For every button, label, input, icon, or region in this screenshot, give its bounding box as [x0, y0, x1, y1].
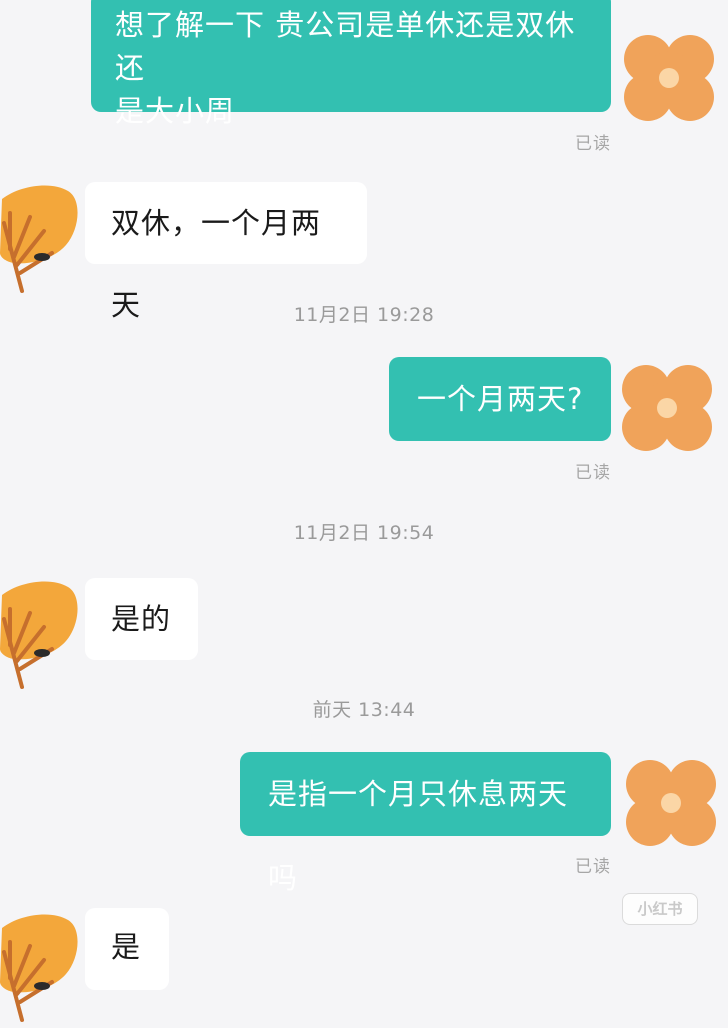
- read-receipt: 已读: [575, 134, 611, 154]
- self-avatar-flower-icon[interactable]: [619, 35, 717, 125]
- message-text-line: 想了解一下 贵公司是单休还是双休还: [115, 8, 576, 85]
- read-receipt: 已读: [575, 857, 611, 877]
- incoming-message-bubble[interactable]: 是的: [85, 578, 198, 660]
- message-text: 是指一个月只休息两天吗: [268, 777, 569, 895]
- read-receipt: 已读: [575, 463, 611, 483]
- self-avatar-flower-icon[interactable]: [617, 365, 715, 455]
- outgoing-message-bubble[interactable]: 一个月两天?: [389, 357, 611, 441]
- message-text: 是的: [111, 602, 172, 636]
- contact-avatar-leaf-icon[interactable]: [0, 183, 82, 299]
- message-timestamp: 11月2日 19:54: [293, 522, 435, 544]
- message-timestamp: 11月2日 19:28: [293, 304, 435, 326]
- outgoing-message-bubble[interactable]: 是指一个月只休息两天吗: [240, 752, 611, 895]
- outgoing-message-bubble[interactable]: 想了解一下 贵公司是单休还是双休还 是大小周: [91, 0, 611, 128]
- message-text: 一个月两天?: [417, 382, 584, 416]
- message-text: 是: [111, 930, 142, 964]
- message-text-line: 是大小周: [115, 94, 236, 128]
- contact-avatar-leaf-icon[interactable]: [0, 912, 82, 1028]
- chat-conversation: 想了解一下 贵公司是单休还是双休还 是大小周 已读 双休，一个月两天 11月2日…: [0, 0, 728, 1022]
- xiaohongshu-watermark: 小红书: [622, 893, 698, 925]
- contact-avatar-leaf-icon[interactable]: [0, 579, 82, 695]
- incoming-message-bubble[interactable]: 双休，一个月两天: [85, 182, 367, 322]
- self-avatar-flower-icon[interactable]: [621, 760, 719, 850]
- incoming-message-bubble[interactable]: 是: [85, 908, 169, 990]
- message-timestamp: 前天 13:44: [312, 699, 416, 721]
